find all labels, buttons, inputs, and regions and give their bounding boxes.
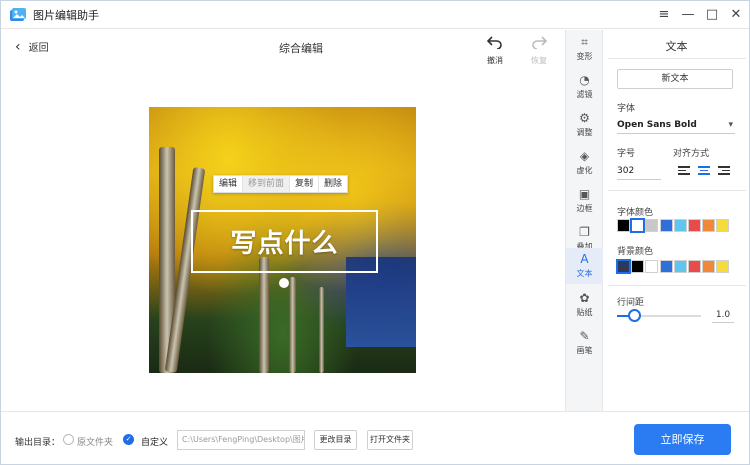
bg-color-swatch[interactable]: [688, 260, 701, 273]
tool-label: 画笔: [576, 346, 593, 355]
redo-label: 恢复: [531, 56, 547, 65]
drop-icon: ◔: [579, 73, 590, 87]
panel-title: 文本: [665, 40, 688, 53]
bg-color-swatch[interactable]: [631, 260, 645, 273]
font-color-swatch[interactable]: [645, 219, 659, 232]
divider: [608, 190, 746, 191]
edit-button[interactable]: 编辑: [214, 176, 244, 192]
new-text-button[interactable]: 新文本: [617, 69, 733, 89]
tool-blur[interactable]: ◈ 虚化: [566, 144, 603, 182]
rotate-handle[interactable]: [279, 278, 289, 288]
text-layer-box[interactable]: 写点什么: [191, 210, 378, 273]
font-select[interactable]: Open Sans Bold ▾: [617, 116, 735, 134]
text-layer-content: 写点什么: [230, 229, 339, 259]
font-color-swatch[interactable]: [688, 219, 701, 232]
slider-handle[interactable]: [627, 309, 641, 322]
option-original-label: 原文件夹: [77, 438, 114, 448]
maximize-icon[interactable]: □: [705, 5, 719, 25]
minimize-icon[interactable]: —: [681, 5, 695, 25]
line-height-value[interactable]: 1.0: [712, 308, 734, 323]
bring-front-button[interactable]: 移到前面: [243, 176, 291, 192]
text-context-toolbar: 编辑 移到前面 复制 删除: [213, 175, 349, 193]
overlay-icon: ❐: [579, 225, 590, 239]
open-folder-button[interactable]: 打开文件夹: [367, 430, 413, 450]
footer-bar: 输出目录： 原文件夹 ✓ 自定义 C:\Users\FengPing\Deskt…: [1, 411, 749, 464]
bg-color-swatch[interactable]: [673, 260, 687, 273]
line-height-label: 行间距: [617, 298, 645, 308]
change-dir-button[interactable]: 更改目录: [314, 430, 357, 450]
font-size-input[interactable]: 302: [617, 163, 661, 180]
align-left-icon[interactable]: [678, 164, 692, 178]
font-value: Open Sans Bold: [617, 120, 697, 130]
undo-redo-group: 撤消 恢复: [481, 35, 553, 66]
frame-icon: ▣: [578, 187, 591, 201]
font-color-swatch[interactable]: [716, 219, 730, 232]
radio-custom-folder[interactable]: ✓: [123, 434, 134, 445]
tool-label: 边框: [576, 204, 593, 213]
tool-frame[interactable]: ▣ 边框: [566, 182, 603, 220]
divider: [608, 58, 746, 59]
adjust-icon: ⚙: [579, 111, 590, 125]
app-window: 图片编辑助手 ≡ — □ ✕ ‹ 返回 综合编辑 撤消 恢复 编辑 移到前面 复…: [0, 0, 750, 465]
redo-button[interactable]: 恢复: [525, 35, 553, 66]
bg-color-swatch[interactable]: [659, 260, 673, 273]
copy-button[interactable]: 复制: [290, 176, 320, 192]
output-path-input[interactable]: C:\Users\FengPing\Desktop\图片: [177, 430, 305, 450]
app-title: 图片编辑助手: [33, 8, 99, 22]
font-color-swatch[interactable]: [659, 219, 673, 232]
tool-label: 贴纸: [576, 308, 593, 317]
align-center-icon[interactable]: [698, 164, 712, 178]
save-now-button[interactable]: 立即保存: [634, 424, 731, 455]
bg-color-swatch[interactable]: [702, 260, 716, 273]
text-panel: 文本 新文本 字体 Open Sans Bold ▾ 字号 对齐方式 302 字…: [604, 30, 749, 411]
output-dir-label: 输出目录：: [15, 438, 61, 448]
tool-brush[interactable]: ✎ 画笔: [566, 324, 603, 362]
text-icon: A: [580, 252, 589, 266]
brush-icon: ✎: [579, 329, 590, 343]
align-label: 对齐方式: [673, 149, 710, 159]
menu-icon[interactable]: ≡: [657, 5, 671, 25]
redo-icon: [531, 35, 548, 53]
align-right-icon[interactable]: [718, 164, 732, 178]
font-color-swatch[interactable]: [630, 218, 646, 233]
bg-color-label: 背景颜色: [617, 247, 654, 257]
tool-text[interactable]: A 文本: [566, 248, 603, 284]
radio-original-folder[interactable]: [63, 434, 74, 445]
tool-transform[interactable]: ⌗ 变形: [566, 30, 603, 68]
tool-label: 文本: [576, 269, 593, 278]
divider: [608, 285, 746, 286]
tool-sidebar: ⌗ 变形 ◔ 滤镜 ⚙ 调整 ◈ 虚化 ▣ 边框 ❐ 叠加 A 文本 ✿ 贴纸: [565, 30, 603, 411]
font-color-swatch[interactable]: [673, 219, 687, 232]
option-custom-label: 自定义: [141, 438, 169, 448]
close-icon[interactable]: ✕: [729, 5, 743, 25]
tool-label: 变形: [576, 52, 593, 61]
sticker-icon: ✿: [579, 291, 590, 305]
tool-label: 调整: [576, 128, 593, 137]
delete-button[interactable]: 删除: [319, 176, 347, 192]
bg-color-swatch[interactable]: [645, 260, 659, 273]
tool-sticker[interactable]: ✿ 贴纸: [566, 286, 603, 324]
crop-icon: ⌗: [581, 35, 588, 49]
app-logo-icon: [9, 7, 27, 23]
font-color-swatch[interactable]: [617, 219, 630, 232]
font-color-label: 字体颜色: [617, 208, 654, 218]
tool-label: 滤镜: [576, 90, 593, 99]
undo-icon: [486, 35, 503, 53]
tool-adjust[interactable]: ⚙ 调整: [566, 106, 603, 144]
font-color-swatch[interactable]: [702, 219, 716, 232]
size-label: 字号: [617, 149, 636, 159]
tool-label: 虚化: [576, 166, 593, 175]
undo-button[interactable]: 撤消: [481, 35, 509, 66]
title-bar: 图片编辑助手 ≡ — □ ✕: [1, 1, 749, 29]
blur-icon: ◈: [579, 149, 590, 163]
undo-label: 撤消: [487, 56, 503, 65]
tool-filter[interactable]: ◔ 滤镜: [566, 68, 603, 106]
window-controls: ≡ — □ ✕: [657, 5, 743, 25]
bg-color-swatch[interactable]: [716, 260, 730, 273]
font-label: 字体: [617, 104, 636, 114]
chevron-down-icon: ▾: [728, 120, 733, 130]
bg-color-swatch[interactable]: [616, 259, 631, 274]
